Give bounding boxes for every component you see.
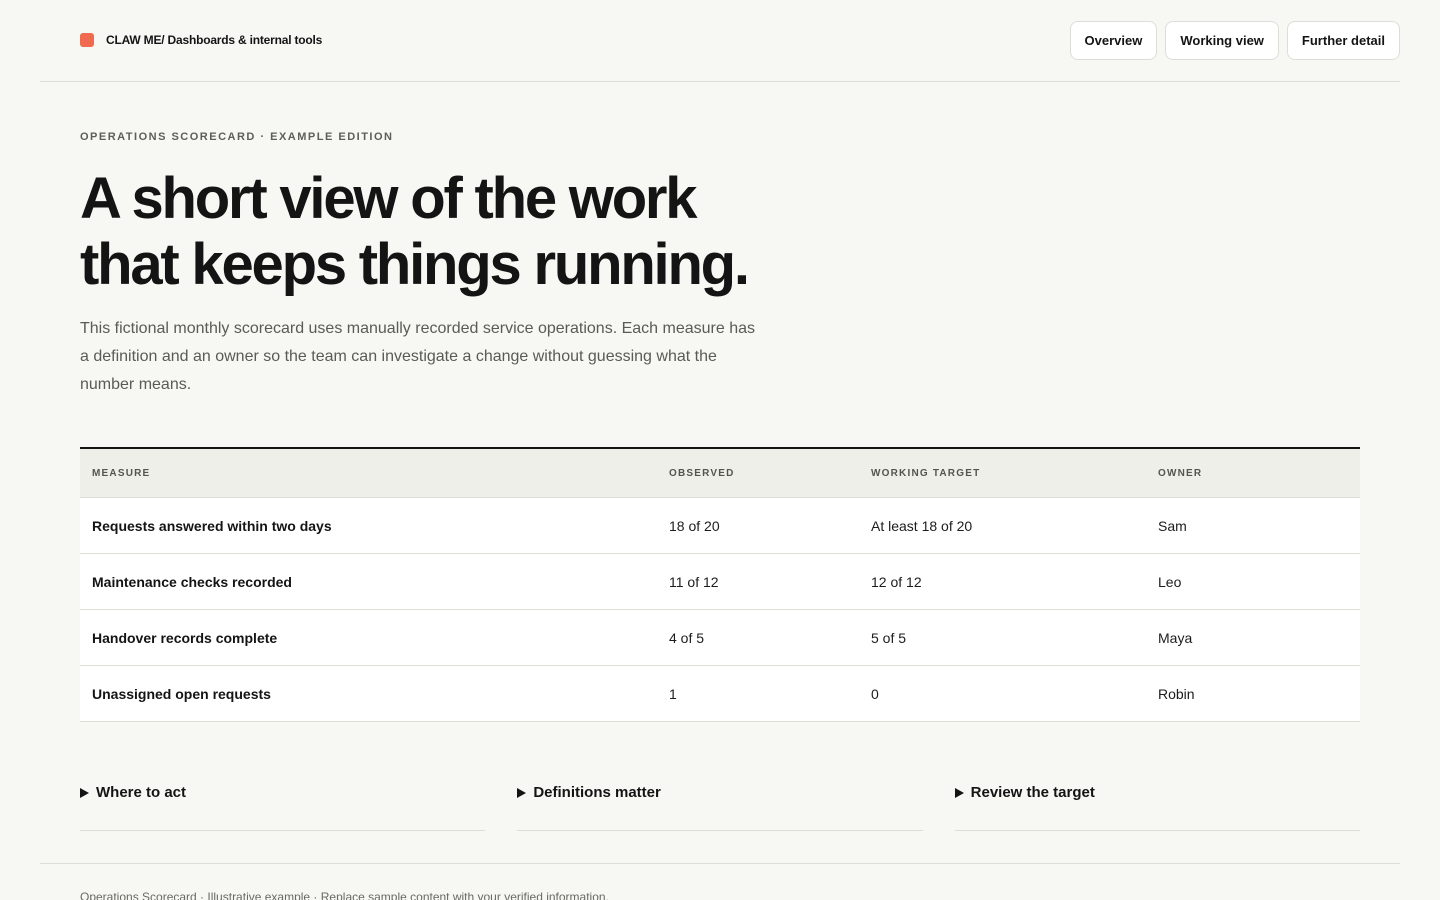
eyebrow-label: OPERATIONS SCORECARD · EXAMPLE EDITION <box>80 131 394 143</box>
page-title: A short view of the work that keeps thin… <box>80 166 780 298</box>
footer: Operations Scorecard · Illustrative exam… <box>40 863 1400 900</box>
owner-cell: Sam <box>1158 517 1187 534</box>
page-title-line-1: A short view of the work <box>80 166 698 231</box>
disclosure-definitions-matter[interactable]: Definitions matter <box>517 780 923 831</box>
observed-cell: 11 of 12 <box>669 573 719 590</box>
disclosure-label: Definitions matter <box>533 784 661 801</box>
target-cell: At least 18 of 20 <box>871 517 973 534</box>
footer-note: Operations Scorecard · Illustrative exam… <box>80 890 609 900</box>
intro-paragraph: This fictional monthly scorecard uses ma… <box>80 320 755 393</box>
triangle-right-icon <box>954 788 964 798</box>
disclosure-review-the-target[interactable]: Review the target <box>954 780 1360 831</box>
owner-cell: Maya <box>1158 629 1193 646</box>
measure-cell: Requests answered within two days <box>92 517 332 534</box>
column-header-observed: OBSERVED <box>669 467 735 479</box>
column-header-owner: OWNER <box>1158 467 1203 479</box>
measure-cell: Handover records complete <box>92 629 278 646</box>
table-row: Requests answered within two days 18 of … <box>80 498 1360 554</box>
details-section: Where to act Definitions matter Review t… <box>80 780 1360 831</box>
target-cell: 12 of 12 <box>871 573 922 590</box>
triangle-right-icon <box>80 788 89 798</box>
brand-name: CLAW ME/ Dashboards & internal tools <box>106 33 323 47</box>
page-title-line-2: that keeps things running. <box>80 232 750 297</box>
nav-further-detail-button[interactable]: Further detail <box>1286 21 1400 60</box>
triangle-right-icon <box>517 788 527 798</box>
disclosure-where-to-act[interactable]: Where to act <box>80 780 486 831</box>
disclosure-label: Where to act <box>96 784 187 801</box>
measure-cell: Maintenance checks recorded <box>92 573 292 590</box>
disclosure-label: Review the target <box>970 784 1095 801</box>
brand-logo-icon <box>80 33 94 47</box>
observed-cell: 18 of 20 <box>669 517 720 534</box>
table-row: Unassigned open requests 1 0 Robin <box>80 666 1360 722</box>
top-nav: Overview Working view Further detail <box>1069 21 1400 60</box>
brand[interactable]: CLAW ME/ Dashboards & internal tools <box>80 33 322 47</box>
table-row: Maintenance checks recorded 11 of 12 12 … <box>80 554 1360 610</box>
target-cell: 5 of 5 <box>871 629 907 646</box>
observed-cell: 1 <box>669 685 677 702</box>
target-cell: 0 <box>871 685 879 702</box>
table-row: Handover records complete 4 of 5 5 of 5 … <box>80 610 1360 666</box>
table-header-row: MEASURE OBSERVED WORKING TARGET OWNER <box>80 449 1360 498</box>
owner-cell: Leo <box>1158 573 1182 590</box>
nav-overview-button[interactable]: Overview <box>1069 21 1158 60</box>
nav-working-view-button[interactable]: Working view <box>1165 21 1279 60</box>
observed-cell: 4 of 5 <box>669 629 705 646</box>
scorecard-table: MEASURE OBSERVED WORKING TARGET OWNER Re… <box>80 447 1360 722</box>
top-bar: CLAW ME/ Dashboards & internal tools Ove… <box>40 0 1400 82</box>
column-header-working-target: WORKING TARGET <box>871 467 981 479</box>
owner-cell: Robin <box>1158 685 1195 702</box>
measure-cell: Unassigned open requests <box>92 685 271 702</box>
column-header-measure: MEASURE <box>92 467 151 479</box>
